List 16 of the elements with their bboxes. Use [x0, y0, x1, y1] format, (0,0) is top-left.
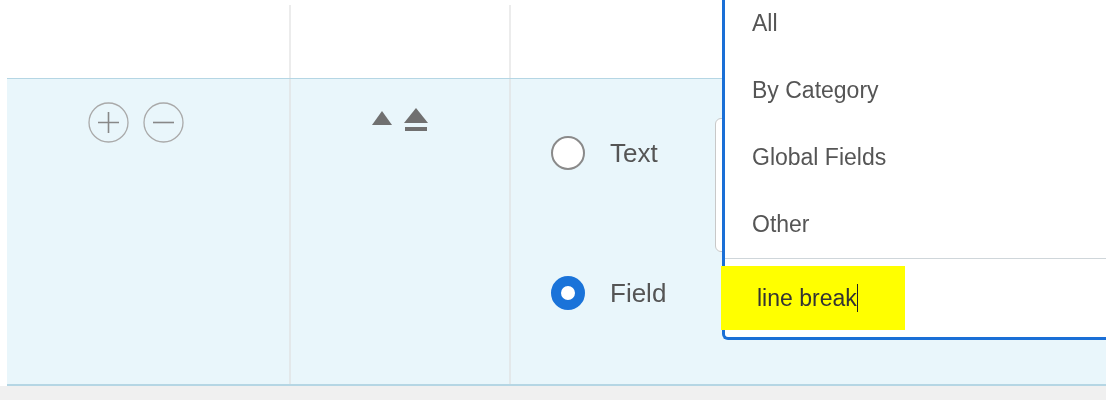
move-top-button[interactable]	[404, 108, 428, 131]
plus-icon	[88, 102, 129, 143]
dropdown-item[interactable]: By Category	[725, 67, 1106, 134]
option-label: Field	[610, 277, 667, 309]
dropdown-item[interactable]: Other	[725, 201, 1106, 268]
search-field[interactable]: line break	[721, 266, 905, 330]
option-label: Text	[610, 137, 658, 169]
radio-button[interactable]	[551, 136, 585, 170]
move-up-button[interactable]	[372, 111, 392, 125]
dropdown-item[interactable]: Global Fields	[725, 134, 1106, 201]
add-button[interactable]	[88, 102, 129, 143]
eject-icon	[404, 108, 428, 131]
triangle-up-icon	[372, 111, 392, 125]
dropdown-item[interactable]: All	[725, 0, 1106, 67]
radio-button[interactable]	[551, 276, 585, 310]
minus-icon	[143, 102, 184, 143]
